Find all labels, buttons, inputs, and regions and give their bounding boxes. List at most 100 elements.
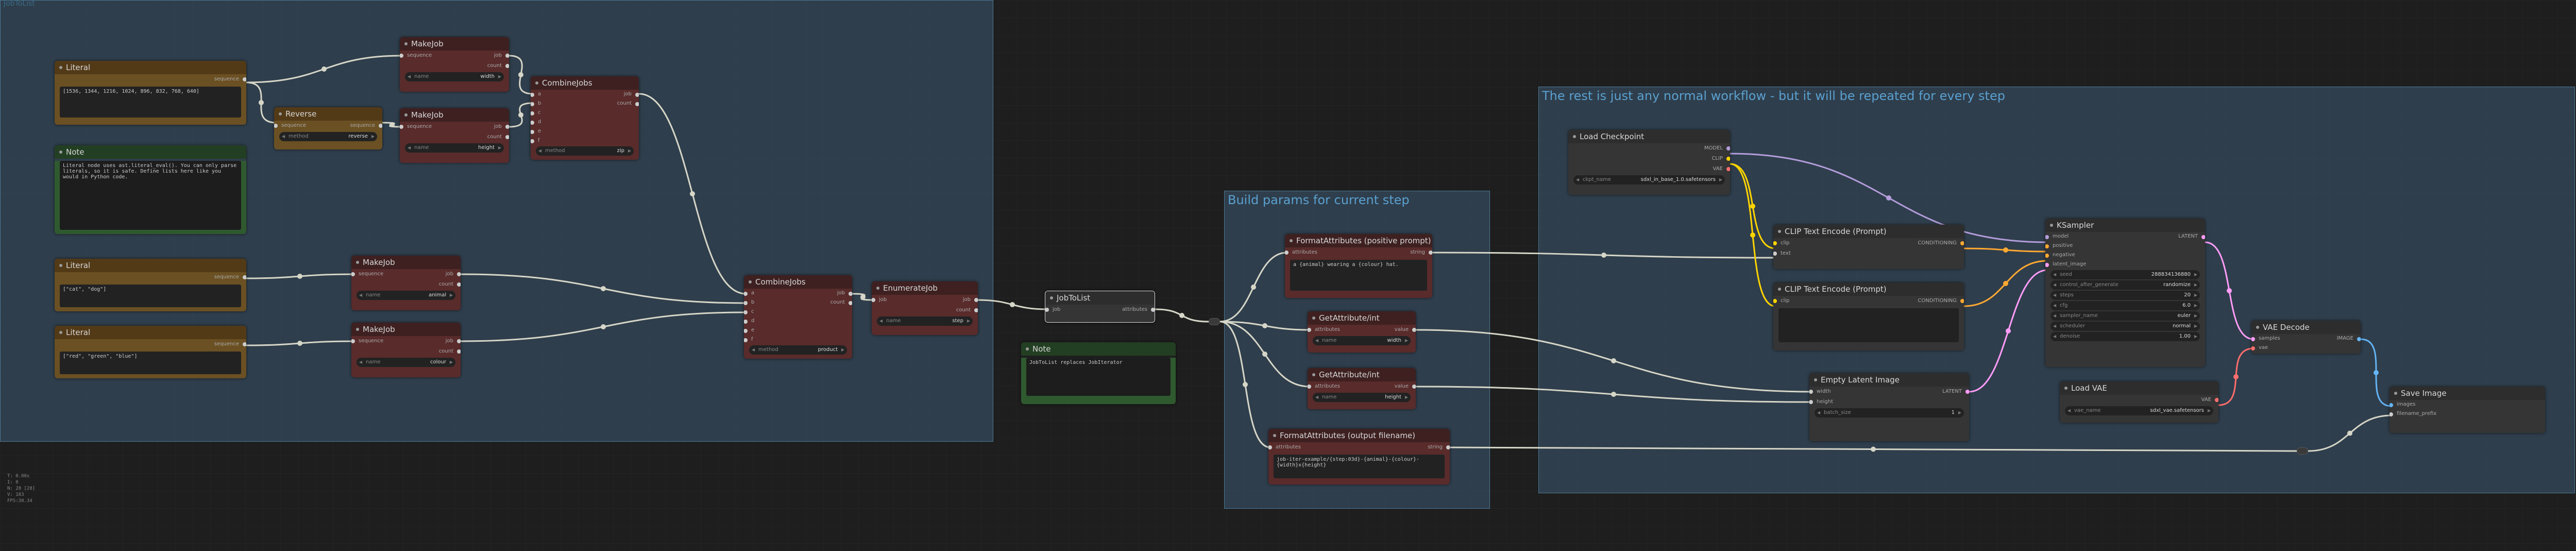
input-slot[interactable] (2045, 254, 2049, 258)
node-literal-colours[interactable]: Literal sequence ["red", "green", "blue"… (55, 326, 246, 378)
node-literal-sizes[interactable]: Literal sequence [1536, 1344, 1216, 1024… (55, 61, 246, 125)
input-slot[interactable] (744, 320, 748, 324)
literal-text[interactable]: [1536, 1344, 1216, 1024, 896, 832, 768, … (60, 87, 241, 118)
method-widget[interactable]: methodzip (536, 146, 634, 156)
input-slot[interactable] (400, 54, 403, 58)
node-combinejobs-zip[interactable]: CombineJobs a job b count c d e f methodzi… (531, 76, 639, 160)
note-text[interactable]: Literal node uses ast.literal_eval(). Yo… (60, 161, 241, 230)
negative-prompt-text[interactable] (1778, 308, 1959, 342)
output-slot[interactable] (1446, 445, 1450, 449)
method-widget[interactable]: methodreverse (279, 132, 377, 141)
literal-text[interactable]: ["red", "green", "blue"] (60, 352, 241, 374)
output-slot[interactable] (849, 292, 852, 296)
output-slot[interactable] (243, 342, 246, 346)
control-after-generate-widget[interactable]: control_after_generaterandomize (2050, 280, 2200, 290)
node-save-image[interactable]: Save Image images filename_prefix (2389, 387, 2545, 433)
scheduler-widget[interactable]: schedulernormal (2050, 322, 2200, 331)
node-format-filename[interactable]: FormatAttributes (output filename) attri… (1268, 429, 1450, 485)
input-slot[interactable] (1773, 241, 1777, 245)
name-widget[interactable]: namecolour (357, 358, 455, 367)
input-slot[interactable] (1285, 251, 1289, 255)
node-combinejobs-product[interactable]: CombineJobs a job b count c d e f methodpr… (744, 275, 852, 359)
name-widget[interactable]: namewidth (1313, 336, 1411, 345)
input-slot[interactable] (2045, 263, 2049, 267)
note-text[interactable]: JobToList replaces JobIterator (1026, 358, 1171, 396)
node-clip-text-positive[interactable]: CLIP Text Encode (Prompt) clip CONDITIONI… (1773, 225, 1964, 269)
output-slot[interactable] (1960, 299, 1964, 303)
output-slot[interactable] (457, 282, 461, 287)
steps-widget[interactable]: steps20 (2050, 291, 2200, 300)
input-slot[interactable] (531, 121, 534, 125)
output-slot[interactable] (1151, 308, 1155, 312)
input-slot[interactable] (400, 125, 403, 129)
input-slot[interactable] (744, 301, 748, 305)
node-ksampler[interactable]: KSampler model LATENT positive negative l… (2045, 219, 2205, 367)
input-slot[interactable] (744, 338, 748, 342)
output-slot[interactable] (243, 275, 246, 279)
input-slot[interactable] (351, 339, 355, 343)
input-slot[interactable] (1308, 385, 1311, 389)
input-slot[interactable] (2389, 412, 2393, 416)
input-slot[interactable] (531, 102, 534, 106)
reroute-node[interactable] (1209, 318, 1220, 325)
input-slot[interactable] (2045, 235, 2049, 239)
input-slot[interactable] (2251, 346, 2255, 350)
seed-widget[interactable]: seed288834136880 (2050, 270, 2200, 279)
batch-size-widget[interactable]: batch_size1 (1815, 408, 1964, 418)
output-slot[interactable] (457, 272, 461, 276)
output-slot[interactable] (243, 77, 246, 81)
input-slot[interactable] (274, 124, 278, 128)
output-slot[interactable] (505, 125, 509, 129)
node-literal-animals[interactable]: Literal sequence ["cat", "dog"] (55, 259, 246, 311)
output-slot[interactable] (2201, 235, 2205, 239)
format-text[interactable]: a {animal} wearing a {colour} hat. (1290, 260, 1427, 291)
output-slot[interactable] (974, 298, 978, 302)
output-slot[interactable] (1429, 251, 1432, 255)
node-note-jobtolist[interactable]: Note JobToList replaces JobIterator (1021, 342, 1176, 404)
output-slot[interactable] (457, 349, 461, 354)
input-slot[interactable] (2251, 337, 2255, 341)
node-format-positive[interactable]: FormatAttributes (positive prompt) attri… (1285, 234, 1432, 298)
input-slot[interactable] (531, 111, 534, 115)
input-slot[interactable] (1809, 400, 1813, 404)
output-slot[interactable] (2215, 398, 2218, 402)
node-getattribute-width[interactable]: GetAttribute/int attributes value namewid… (1308, 311, 1416, 353)
node-empty-latent[interactable]: Empty Latent Image width LATENT height ba… (1809, 373, 1969, 441)
node-load-vae[interactable]: Load VAE VAE vae_namesdxl_vae.safetensor… (2060, 381, 2218, 423)
node-reverse[interactable]: Reverse sequence sequence methodreverse (274, 107, 382, 149)
ckpt-name-widget[interactable]: ckpt_namesdxl_in_base_1.0.safetensors (1573, 175, 1725, 185)
node-load-checkpoint[interactable]: Load Checkpoint MODEL CLIP VAE ckpt_name… (1568, 130, 1730, 195)
vae-name-widget[interactable]: vae_namesdxl_vae.safetensors (2065, 406, 2213, 415)
output-slot[interactable] (1412, 385, 1416, 389)
output-slot[interactable] (1726, 146, 1730, 151)
name-widget[interactable]: nameheight (405, 143, 504, 153)
output-slot[interactable] (505, 135, 509, 139)
node-makejob-height[interactable]: MakeJob sequence job count nameheight (400, 108, 509, 163)
input-slot[interactable] (1773, 299, 1777, 303)
node-enumeratejob[interactable]: EnumerateJob job job count namestep (872, 281, 978, 335)
output-slot[interactable] (1726, 157, 1730, 161)
sampler-name-widget[interactable]: sampler_nameeuler (2050, 311, 2200, 321)
output-slot[interactable] (2357, 337, 2361, 341)
output-slot[interactable] (974, 308, 978, 312)
output-slot[interactable] (505, 64, 509, 68)
input-slot[interactable] (531, 93, 534, 97)
output-slot[interactable] (1960, 241, 1964, 245)
output-slot[interactable] (635, 102, 639, 106)
name-widget[interactable]: nameheight (1313, 393, 1411, 402)
input-slot[interactable] (872, 298, 875, 302)
method-widget[interactable]: methodproduct (749, 345, 847, 355)
input-slot[interactable] (351, 272, 355, 276)
name-widget[interactable]: namestep (877, 316, 973, 326)
output-slot[interactable] (1726, 167, 1730, 171)
output-slot[interactable] (849, 301, 852, 305)
node-makejob-width[interactable]: MakeJob sequence job count namewidth (400, 37, 509, 92)
output-slot[interactable] (1965, 390, 1969, 394)
input-slot[interactable] (744, 310, 748, 314)
node-getattribute-height[interactable]: GetAttribute/int attributes value namehei… (1308, 368, 1416, 409)
output-slot[interactable] (457, 339, 461, 343)
node-jobtolist[interactable]: JobToList job attributes (1045, 291, 1155, 323)
denoise-widget[interactable]: denoise1.00 (2050, 332, 2200, 341)
output-slot[interactable] (505, 54, 509, 58)
input-slot[interactable] (2389, 403, 2393, 407)
